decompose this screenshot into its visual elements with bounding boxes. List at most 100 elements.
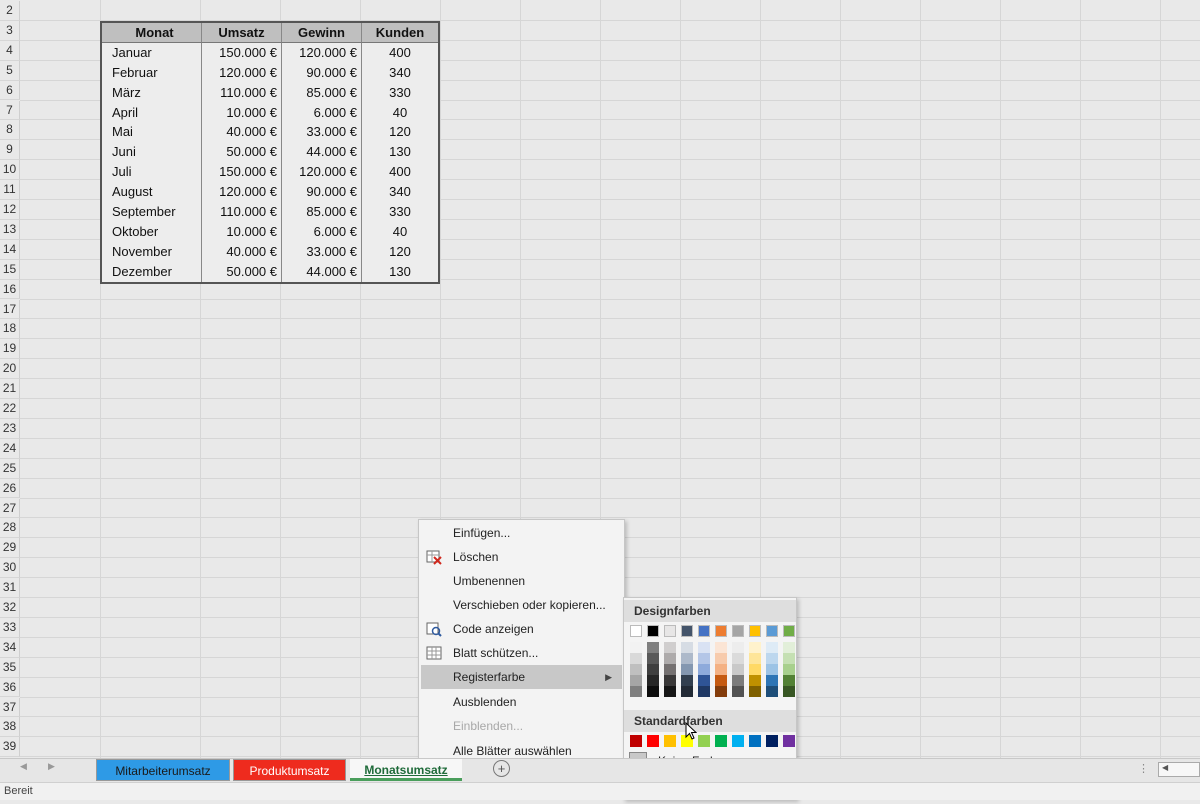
row-header[interactable]: 3 — [0, 20, 20, 41]
color-swatch[interactable] — [749, 664, 761, 675]
row-header[interactable]: 37 — [0, 697, 20, 718]
table-cell[interactable]: 40 — [362, 222, 438, 242]
table-cell[interactable]: 120.000 € — [282, 42, 362, 63]
row-header[interactable]: 10 — [0, 160, 20, 181]
row-header[interactable]: 32 — [0, 598, 20, 618]
color-swatch[interactable] — [681, 625, 693, 637]
color-swatch[interactable] — [783, 686, 795, 697]
color-swatch[interactable] — [783, 664, 795, 675]
table-cell[interactable]: 50.000 € — [202, 142, 282, 163]
table-cell[interactable]: 6.000 € — [282, 221, 362, 242]
color-swatch[interactable] — [647, 664, 659, 675]
row-header[interactable]: 29 — [0, 538, 20, 559]
table-cell[interactable]: 85.000 € — [282, 82, 362, 103]
table-cell[interactable]: 120.000 € — [282, 162, 362, 183]
color-swatch[interactable] — [630, 642, 642, 653]
row-header[interactable]: 28 — [0, 518, 20, 539]
color-swatch[interactable] — [783, 642, 795, 653]
menu-item-blatt-schützen[interactable]: Blatt schützen... — [421, 641, 622, 665]
row-header[interactable]: 35 — [0, 657, 20, 678]
table-cell[interactable]: 90.000 € — [282, 182, 362, 203]
color-swatch[interactable] — [647, 653, 659, 664]
color-swatch[interactable] — [766, 625, 778, 637]
color-swatch[interactable] — [698, 686, 710, 697]
color-swatch[interactable] — [766, 735, 778, 747]
color-swatch[interactable] — [766, 664, 778, 675]
table-cell[interactable]: 120.000 € — [202, 182, 282, 203]
table-cell[interactable]: 33.000 € — [282, 122, 362, 143]
table-cell[interactable]: Juni — [102, 142, 202, 163]
table-cell[interactable]: Oktober — [102, 221, 202, 242]
table-cell[interactable]: November — [102, 241, 202, 262]
color-swatch[interactable] — [630, 675, 642, 686]
row-header[interactable]: 20 — [0, 359, 20, 380]
row-header[interactable]: 33 — [0, 617, 20, 638]
color-swatch[interactable] — [681, 686, 693, 697]
table-cell[interactable]: 340 — [362, 63, 438, 83]
table-cell[interactable]: Januar — [102, 42, 202, 63]
row-header[interactable]: 16 — [0, 279, 20, 300]
table-cell[interactable]: 130 — [362, 262, 438, 282]
color-swatch[interactable] — [664, 653, 676, 664]
color-swatch[interactable] — [732, 642, 744, 653]
color-swatch[interactable] — [749, 653, 761, 664]
color-swatch[interactable] — [664, 664, 676, 675]
color-swatch[interactable] — [783, 653, 795, 664]
row-header[interactable]: 22 — [0, 399, 20, 419]
row-header[interactable]: 24 — [0, 438, 20, 459]
table-cell[interactable]: 33.000 € — [282, 241, 362, 262]
row-header[interactable]: 23 — [0, 418, 20, 439]
menu-item-registerfarbe[interactable]: Registerfarbe ▶ — [421, 665, 622, 689]
row-header[interactable]: 34 — [0, 637, 20, 658]
row-header[interactable]: 11 — [0, 180, 20, 200]
table-cell[interactable]: 10.000 € — [202, 221, 282, 242]
color-swatch[interactable] — [749, 642, 761, 653]
color-swatch[interactable] — [681, 642, 693, 653]
color-swatch[interactable] — [732, 653, 744, 664]
row-header[interactable]: 8 — [0, 120, 20, 141]
color-swatch[interactable] — [630, 653, 642, 664]
column-header[interactable]: Kunden — [362, 23, 438, 43]
color-swatch[interactable] — [647, 642, 659, 653]
color-swatch[interactable] — [783, 625, 795, 637]
row-header[interactable]: 19 — [0, 339, 20, 360]
column-header[interactable]: Umsatz — [202, 23, 282, 43]
table-cell[interactable]: 120.000 € — [202, 62, 282, 83]
menu-item-einfügen[interactable]: Einfügen... — [421, 521, 622, 545]
scroll-left-arrow-icon[interactable]: ◀ — [1162, 763, 1168, 772]
menu-item-verschieben-oder-kopieren[interactable]: Verschieben oder kopieren... — [421, 593, 622, 617]
color-swatch[interactable] — [766, 675, 778, 686]
table-cell[interactable]: 330 — [362, 202, 438, 222]
row-header[interactable]: 38 — [0, 717, 20, 738]
table-cell[interactable]: 150.000 € — [202, 162, 282, 183]
table-cell[interactable]: 330 — [362, 83, 438, 103]
color-swatch[interactable] — [698, 642, 710, 653]
color-swatch[interactable] — [698, 675, 710, 686]
row-header[interactable]: 13 — [0, 219, 20, 240]
color-swatch[interactable] — [715, 625, 727, 637]
color-swatch[interactable] — [698, 625, 710, 637]
color-swatch[interactable] — [630, 686, 642, 697]
color-swatch[interactable] — [732, 664, 744, 675]
table-cell[interactable]: 110.000 € — [202, 202, 282, 222]
row-header[interactable]: 17 — [0, 299, 20, 320]
column-header[interactable]: Gewinn — [282, 23, 362, 43]
color-swatch[interactable] — [664, 735, 676, 747]
row-header[interactable]: 26 — [0, 478, 20, 499]
table-cell[interactable]: 400 — [362, 162, 438, 182]
table-cell[interactable]: 85.000 € — [282, 202, 362, 222]
menu-item-löschen[interactable]: Löschen — [421, 545, 622, 569]
color-swatch[interactable] — [681, 675, 693, 686]
table-cell[interactable]: 130 — [362, 142, 438, 162]
table-cell[interactable]: 400 — [362, 43, 438, 63]
color-swatch[interactable] — [698, 664, 710, 675]
table-cell[interactable]: 340 — [362, 182, 438, 202]
color-swatch[interactable] — [715, 675, 727, 686]
row-header[interactable]: 31 — [0, 578, 20, 598]
row-header[interactable]: 5 — [0, 60, 20, 81]
table-cell[interactable]: 6.000 € — [282, 102, 362, 123]
color-swatch[interactable] — [749, 735, 761, 747]
table-cell[interactable]: Februar — [102, 62, 202, 83]
color-swatch[interactable] — [766, 642, 778, 653]
tab-scroll-right-icon[interactable]: ▶ — [48, 761, 55, 772]
